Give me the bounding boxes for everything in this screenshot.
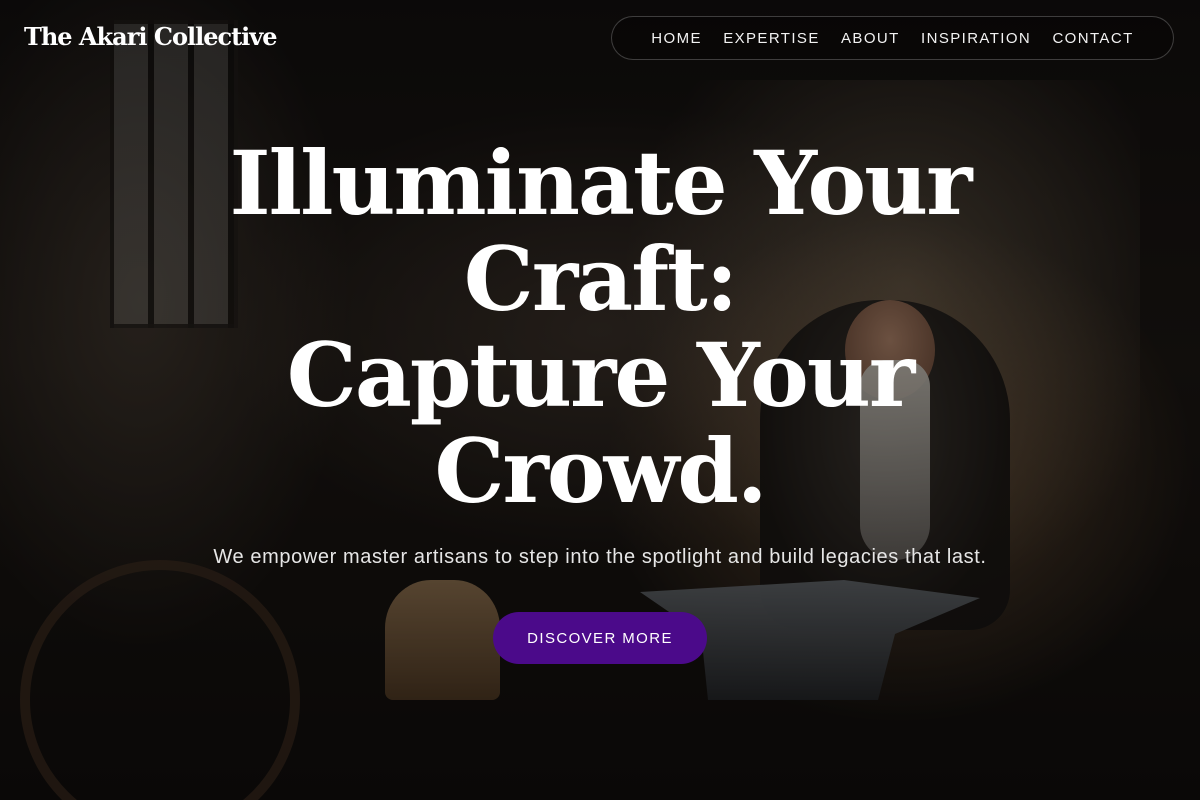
nav-item-inspiration[interactable]: INSPIRATION xyxy=(921,30,1031,47)
nav-item-contact[interactable]: CONTACT xyxy=(1052,30,1133,47)
hero-section: The Akari Collective HOME EXPERTISE ABOU… xyxy=(0,0,1200,800)
headline-line: Illuminate Your xyxy=(229,131,972,235)
nav-item-about[interactable]: ABOUT xyxy=(841,30,900,47)
hero-subline: We empower master artisans to step into … xyxy=(213,546,987,568)
nav-item-expertise[interactable]: EXPERTISE xyxy=(723,30,820,47)
headline-line: Craft: xyxy=(463,227,738,331)
site-logo[interactable]: The Akari Collective xyxy=(24,22,277,51)
hero-headline: Illuminate Your Craft: Capture Your Crow… xyxy=(0,135,1200,519)
discover-more-button[interactable]: DISCOVER MORE xyxy=(493,612,707,664)
nav-item-home[interactable]: HOME xyxy=(651,30,702,47)
headline-line: Crowd. xyxy=(434,419,767,523)
headline-line: Capture Your xyxy=(286,323,915,427)
main-nav: HOME EXPERTISE ABOUT INSPIRATION CONTACT xyxy=(611,16,1174,60)
